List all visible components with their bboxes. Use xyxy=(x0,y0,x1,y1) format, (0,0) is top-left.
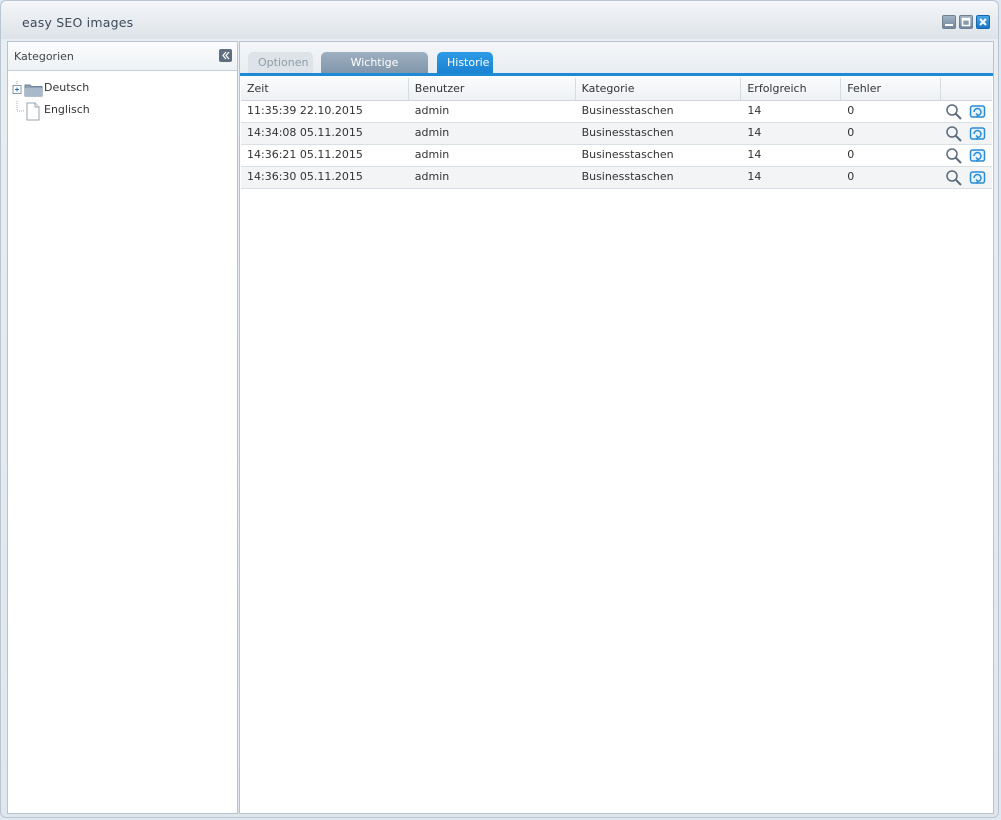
row-actions xyxy=(941,123,992,144)
table-row[interactable]: 14:34:08 05.11.2015 admin Businesstasche… xyxy=(241,123,992,145)
maximize-icon[interactable] xyxy=(959,15,973,29)
tab-historie[interactable]: Historie xyxy=(437,52,493,73)
column-header-actions xyxy=(941,78,992,100)
window-title: easy SEO images xyxy=(22,15,134,30)
cell-zeit: 14:34:08 05.11.2015 xyxy=(247,126,363,139)
collapse-panel-icon[interactable] xyxy=(219,49,232,62)
cell-benutzer: admin xyxy=(414,170,450,183)
category-tree: Deutsch Englisch xyxy=(8,71,237,123)
cell-fehler: 0 xyxy=(847,126,855,139)
cell-fehler: 0 xyxy=(847,148,855,161)
column-header-kategorie[interactable]: Kategorie xyxy=(576,78,742,100)
magnifier-icon[interactable] xyxy=(945,147,963,165)
table-row[interactable]: 14:36:21 05.11.2015 admin Businesstasche… xyxy=(241,145,992,167)
refresh-icon[interactable] xyxy=(969,169,987,187)
tab-wichtige-hinweise[interactable]: Wichtige Hinweise xyxy=(321,52,428,90)
cell-benutzer: admin xyxy=(414,148,450,161)
row-actions xyxy=(941,167,992,188)
table-header: Zeit Benutzer Kategorie Erfolgreich Fehl… xyxy=(241,78,992,101)
cell-erfolgreich: 14 xyxy=(747,170,762,183)
file-icon xyxy=(16,101,40,121)
table-row[interactable]: 11:35:39 22.10.2015 admin Businesstasche… xyxy=(241,101,992,123)
category-panel-title: Kategorien xyxy=(14,50,74,63)
cell-kategorie: Businesstaschen xyxy=(581,148,674,161)
cell-zeit: 14:36:21 05.11.2015 xyxy=(247,148,363,161)
refresh-icon[interactable] xyxy=(969,103,987,121)
cell-kategorie: Businesstaschen xyxy=(581,104,674,117)
cell-fehler: 0 xyxy=(847,170,855,183)
column-header-benutzer[interactable]: Benutzer xyxy=(409,78,576,100)
history-table: Zeit Benutzer Kategorie Erfolgreich Fehl… xyxy=(241,78,992,189)
tree-item-englisch[interactable]: Englisch xyxy=(8,101,237,123)
tree-item-deutsch[interactable]: Deutsch xyxy=(8,79,237,101)
table-row[interactable]: 14:36:30 05.11.2015 admin Businesstasche… xyxy=(241,167,992,189)
cell-kategorie: Businesstaschen xyxy=(581,170,674,183)
category-panel-header: Kategorien xyxy=(8,42,237,71)
tree-item-label: Deutsch xyxy=(44,81,90,94)
cell-zeit: 14:36:30 05.11.2015 xyxy=(247,170,363,183)
row-actions xyxy=(941,101,992,122)
refresh-icon[interactable] xyxy=(969,147,987,165)
magnifier-icon[interactable] xyxy=(945,103,963,121)
app-window: easy SEO images Kategorien Deutsch Engli… xyxy=(0,0,999,818)
category-panel: Kategorien Deutsch Englisch xyxy=(7,41,238,814)
magnifier-icon[interactable] xyxy=(945,125,963,143)
tree-item-label: Englisch xyxy=(44,103,90,116)
cell-kategorie: Businesstaschen xyxy=(581,126,674,139)
cell-benutzer: admin xyxy=(414,104,450,117)
main-panel: Optionen Wichtige Hinweise Historie Zeit… xyxy=(239,41,994,814)
magnifier-icon[interactable] xyxy=(945,169,963,187)
row-actions xyxy=(941,145,992,166)
close-icon[interactable] xyxy=(976,15,990,29)
cell-erfolgreich: 14 xyxy=(747,104,762,117)
cell-erfolgreich: 14 xyxy=(747,126,762,139)
tab-strip: Optionen Wichtige Hinweise Historie xyxy=(240,42,993,90)
window-controls xyxy=(942,15,990,29)
column-header-zeit[interactable]: Zeit xyxy=(241,78,409,100)
tab-optionen[interactable]: Optionen xyxy=(248,52,313,73)
column-header-fehler[interactable]: Fehler xyxy=(841,78,942,100)
column-header-erfolgreich[interactable]: Erfolgreich xyxy=(741,78,842,100)
title-bar: easy SEO images xyxy=(1,1,998,39)
folder-icon xyxy=(12,81,43,97)
cell-fehler: 0 xyxy=(847,104,855,117)
cell-zeit: 11:35:39 22.10.2015 xyxy=(247,104,363,117)
minimize-icon[interactable] xyxy=(942,15,956,29)
cell-erfolgreich: 14 xyxy=(747,148,762,161)
refresh-icon[interactable] xyxy=(969,125,987,143)
cell-benutzer: admin xyxy=(414,126,450,139)
